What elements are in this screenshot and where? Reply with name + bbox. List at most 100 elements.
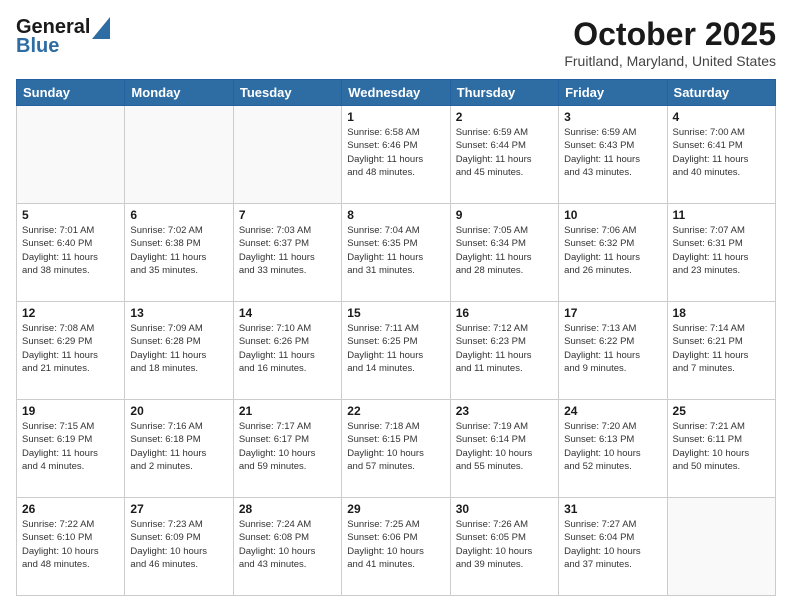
day-info: Sunrise: 6:58 AM Sunset: 6:46 PM Dayligh… [347, 126, 444, 179]
calendar-cell: 16 Sunrise: 7:12 AM Sunset: 6:23 PM Dayli… [450, 302, 558, 400]
logo: General Blue [16, 16, 110, 58]
calendar-cell: 7Sunrise: 7:03 AM Sunset: 6:37 PM Daylig… [233, 204, 341, 302]
day-info: Sunrise: 7:15 AM Sunset: 6:19 PM Dayligh… [22, 420, 119, 473]
calendar-cell: 4 Sunrise: 7:00 AM Sunset: 6:41 PM Daylig… [667, 106, 775, 204]
calendar-cell: 1 Sunrise: 6:58 AM Sunset: 6:46 PM Daylig… [342, 106, 450, 204]
calendar-cell: 28Sunrise: 7:24 AM Sunset: 6:08 PM Dayli… [233, 498, 341, 596]
day-number: 16 [456, 306, 553, 320]
day-number: 12 [22, 306, 119, 320]
day-number: 11 [673, 208, 770, 222]
calendar-cell: 23Sunrise: 7:19 AM Sunset: 6:14 PM Dayli… [450, 400, 558, 498]
week-row-4: 26 Sunrise: 7:22 AM Sunset: 6:10 PM Dayli… [17, 498, 776, 596]
logo-blue: Blue [16, 35, 59, 58]
week-row-1: 5Sunrise: 7:01 AM Sunset: 6:40 PM Daylig… [17, 204, 776, 302]
calendar-cell: 31 Sunrise: 7:27 AM Sunset: 6:04 PM Dayli… [559, 498, 667, 596]
logo-triangle-icon [92, 17, 110, 39]
day-number: 6 [130, 208, 227, 222]
day-info: Sunrise: 7:05 AM Sunset: 6:34 PM Dayligh… [456, 224, 553, 277]
calendar-cell: 9 Sunrise: 7:05 AM Sunset: 6:34 PM Daylig… [450, 204, 558, 302]
day-number: 7 [239, 208, 336, 222]
day-number: 19 [22, 404, 119, 418]
calendar-cell: 18 Sunrise: 7:14 AM Sunset: 6:21 PM Dayli… [667, 302, 775, 400]
calendar-cell: 25Sunrise: 7:21 AM Sunset: 6:11 PM Dayli… [667, 400, 775, 498]
day-info: Sunrise: 7:24 AM Sunset: 6:08 PM Dayligh… [239, 518, 336, 571]
day-number: 26 [22, 502, 119, 516]
week-row-3: 19 Sunrise: 7:15 AM Sunset: 6:19 PM Dayli… [17, 400, 776, 498]
day-number: 31 [564, 502, 661, 516]
day-info: Sunrise: 7:00 AM Sunset: 6:41 PM Dayligh… [673, 126, 770, 179]
calendar-cell: 13Sunrise: 7:09 AM Sunset: 6:28 PM Dayli… [125, 302, 233, 400]
calendar-cell: 24 Sunrise: 7:20 AM Sunset: 6:13 PM Dayli… [559, 400, 667, 498]
day-info: Sunrise: 7:16 AM Sunset: 6:18 PM Dayligh… [130, 420, 227, 473]
week-row-2: 12 Sunrise: 7:08 AM Sunset: 6:29 PM Dayli… [17, 302, 776, 400]
calendar-cell: 26 Sunrise: 7:22 AM Sunset: 6:10 PM Dayli… [17, 498, 125, 596]
day-info: Sunrise: 7:13 AM Sunset: 6:22 PM Dayligh… [564, 322, 661, 375]
day-info: Sunrise: 7:14 AM Sunset: 6:21 PM Dayligh… [673, 322, 770, 375]
day-info: Sunrise: 7:23 AM Sunset: 6:09 PM Dayligh… [130, 518, 227, 571]
weekday-friday: Friday [559, 80, 667, 106]
calendar-cell: 20 Sunrise: 7:16 AM Sunset: 6:18 PM Dayli… [125, 400, 233, 498]
weekday-saturday: Saturday [667, 80, 775, 106]
day-info: Sunrise: 7:17 AM Sunset: 6:17 PM Dayligh… [239, 420, 336, 473]
day-number: 9 [456, 208, 553, 222]
day-info: Sunrise: 7:01 AM Sunset: 6:40 PM Dayligh… [22, 224, 119, 277]
day-number: 24 [564, 404, 661, 418]
calendar-table: SundayMondayTuesdayWednesdayThursdayFrid… [16, 79, 776, 596]
calendar-cell: 17 Sunrise: 7:13 AM Sunset: 6:22 PM Dayli… [559, 302, 667, 400]
calendar-cell: 12 Sunrise: 7:08 AM Sunset: 6:29 PM Dayli… [17, 302, 125, 400]
weekday-thursday: Thursday [450, 80, 558, 106]
day-info: Sunrise: 6:59 AM Sunset: 6:44 PM Dayligh… [456, 126, 553, 179]
weekday-wednesday: Wednesday [342, 80, 450, 106]
day-number: 27 [130, 502, 227, 516]
day-info: Sunrise: 7:02 AM Sunset: 6:38 PM Dayligh… [130, 224, 227, 277]
calendar-cell [17, 106, 125, 204]
calendar-cell: 10 Sunrise: 7:06 AM Sunset: 6:32 PM Dayli… [559, 204, 667, 302]
calendar-cell: 6 Sunrise: 7:02 AM Sunset: 6:38 PM Daylig… [125, 204, 233, 302]
day-info: Sunrise: 7:26 AM Sunset: 6:05 PM Dayligh… [456, 518, 553, 571]
calendar-cell: 8 Sunrise: 7:04 AM Sunset: 6:35 PM Daylig… [342, 204, 450, 302]
day-number: 22 [347, 404, 444, 418]
day-number: 15 [347, 306, 444, 320]
calendar-cell: 14Sunrise: 7:10 AM Sunset: 6:26 PM Dayli… [233, 302, 341, 400]
day-info: Sunrise: 7:06 AM Sunset: 6:32 PM Dayligh… [564, 224, 661, 277]
day-number: 29 [347, 502, 444, 516]
day-number: 14 [239, 306, 336, 320]
day-number: 4 [673, 110, 770, 124]
calendar-cell: 3Sunrise: 6:59 AM Sunset: 6:43 PM Daylig… [559, 106, 667, 204]
week-row-0: 1 Sunrise: 6:58 AM Sunset: 6:46 PM Daylig… [17, 106, 776, 204]
day-number: 8 [347, 208, 444, 222]
day-info: Sunrise: 7:04 AM Sunset: 6:35 PM Dayligh… [347, 224, 444, 277]
calendar-cell [667, 498, 775, 596]
day-info: Sunrise: 7:12 AM Sunset: 6:23 PM Dayligh… [456, 322, 553, 375]
weekday-header-row: SundayMondayTuesdayWednesdayThursdayFrid… [17, 80, 776, 106]
day-info: Sunrise: 7:27 AM Sunset: 6:04 PM Dayligh… [564, 518, 661, 571]
day-info: Sunrise: 7:25 AM Sunset: 6:06 PM Dayligh… [347, 518, 444, 571]
calendar-cell [125, 106, 233, 204]
day-number: 18 [673, 306, 770, 320]
weekday-monday: Monday [125, 80, 233, 106]
day-number: 30 [456, 502, 553, 516]
day-info: Sunrise: 7:08 AM Sunset: 6:29 PM Dayligh… [22, 322, 119, 375]
page: General Blue October 2025 Fruitland, Mar… [0, 0, 792, 612]
location: Fruitland, Maryland, United States [564, 53, 776, 69]
day-number: 3 [564, 110, 661, 124]
calendar-cell: 19 Sunrise: 7:15 AM Sunset: 6:19 PM Dayli… [17, 400, 125, 498]
calendar-cell: 11Sunrise: 7:07 AM Sunset: 6:31 PM Dayli… [667, 204, 775, 302]
calendar-cell: 27 Sunrise: 7:23 AM Sunset: 6:09 PM Dayli… [125, 498, 233, 596]
calendar-cell [233, 106, 341, 204]
day-number: 13 [130, 306, 227, 320]
day-info: Sunrise: 7:22 AM Sunset: 6:10 PM Dayligh… [22, 518, 119, 571]
month-title: October 2025 [564, 16, 776, 53]
calendar-cell: 21 Sunrise: 7:17 AM Sunset: 6:17 PM Dayli… [233, 400, 341, 498]
calendar-cell: 30 Sunrise: 7:26 AM Sunset: 6:05 PM Dayli… [450, 498, 558, 596]
day-number: 20 [130, 404, 227, 418]
day-info: Sunrise: 7:18 AM Sunset: 6:15 PM Dayligh… [347, 420, 444, 473]
weekday-tuesday: Tuesday [233, 80, 341, 106]
day-info: Sunrise: 7:19 AM Sunset: 6:14 PM Dayligh… [456, 420, 553, 473]
day-info: Sunrise: 7:20 AM Sunset: 6:13 PM Dayligh… [564, 420, 661, 473]
day-number: 21 [239, 404, 336, 418]
day-number: 1 [347, 110, 444, 124]
day-info: Sunrise: 7:11 AM Sunset: 6:25 PM Dayligh… [347, 322, 444, 375]
day-number: 10 [564, 208, 661, 222]
day-number: 17 [564, 306, 661, 320]
